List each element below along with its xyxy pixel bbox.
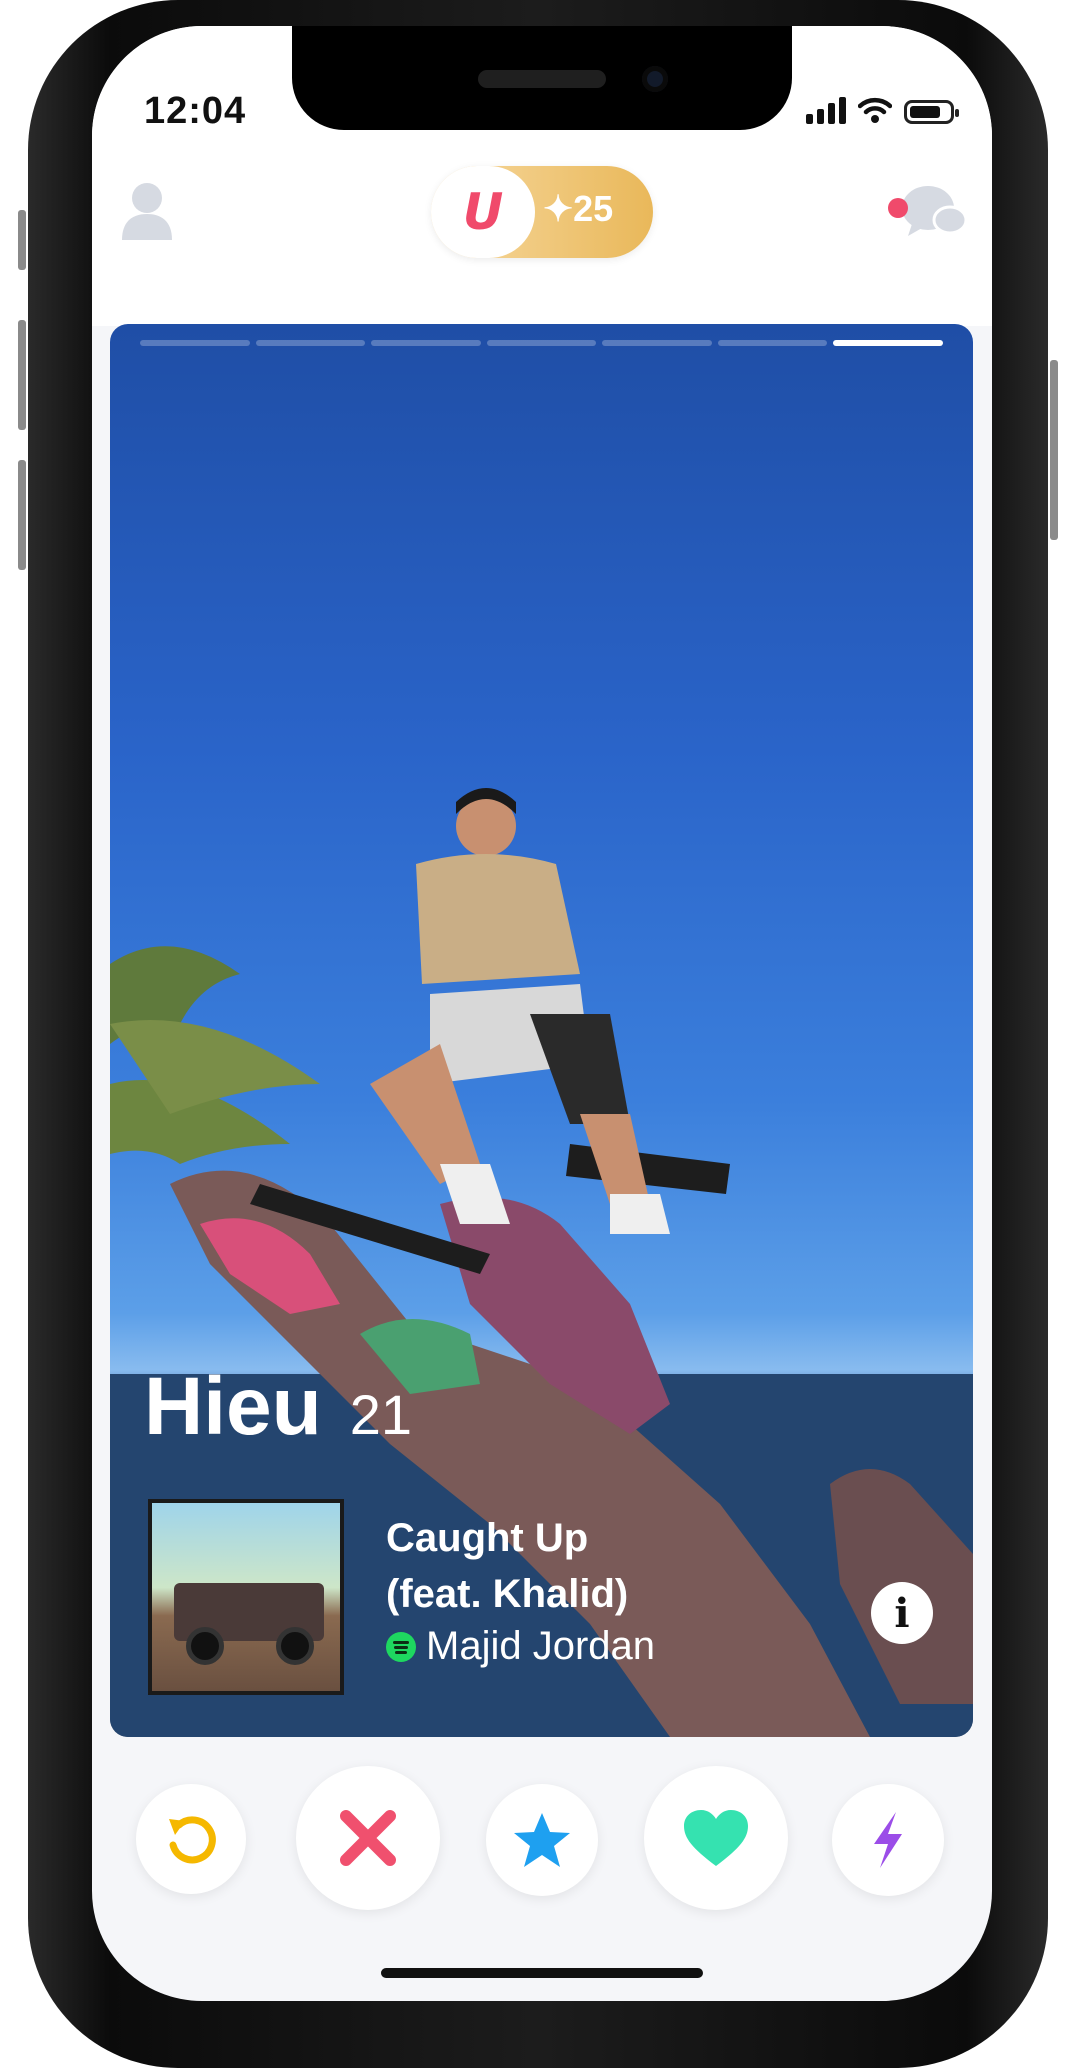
info-button[interactable]: i — [871, 1582, 933, 1644]
person-icon — [122, 183, 172, 240]
cellular-signal-icon — [806, 96, 846, 124]
name-age-row: Hieu 21 — [144, 1360, 412, 1454]
home-indicator[interactable] — [381, 1968, 703, 1978]
profile-name: Hieu — [144, 1361, 322, 1452]
artist-row: Majid Jordan — [386, 1624, 655, 1669]
spotify-icon — [386, 1631, 416, 1662]
anthem-song[interactable]: Caught Up (feat. Khalid) Majid Jordan — [386, 1510, 655, 1669]
status-icons — [806, 96, 959, 124]
star-icon — [514, 1813, 570, 1867]
rewind-button[interactable] — [136, 1784, 246, 1894]
profile-button[interactable] — [120, 178, 174, 247]
speaker-grille — [478, 70, 606, 88]
screen: 12:04 U ✦25 Hieu 21 Caught Up (feat. Kha… — [92, 26, 992, 2001]
app-logo-pill[interactable]: U ✦25 — [431, 166, 653, 258]
wifi-icon — [858, 97, 892, 123]
x-icon — [340, 1810, 396, 1866]
logo-letter: U — [462, 183, 504, 241]
album-cover[interactable] — [148, 1499, 344, 1695]
song-title-line1: Caught Up — [386, 1516, 589, 1560]
volume-up-button — [18, 320, 26, 430]
volume-down-button — [18, 460, 26, 570]
song-artist: Majid Jordan — [426, 1624, 656, 1668]
chat-bubbles-icon — [888, 186, 968, 236]
battery-icon — [904, 100, 959, 124]
boost-count: ✦25 — [543, 188, 614, 229]
notch — [292, 26, 792, 130]
song-title-line2: (feat. Khalid) — [386, 1572, 629, 1616]
logo-icon: U — [431, 166, 535, 258]
boost-button[interactable] — [832, 1784, 944, 1896]
power-button — [1050, 360, 1058, 540]
profile-card[interactable]: Hieu 21 Caught Up (feat. Khalid) Majid J… — [110, 324, 973, 1737]
mute-switch — [18, 210, 26, 270]
album-art-wheel — [186, 1627, 224, 1665]
bolt-icon — [874, 1812, 902, 1868]
rewind-icon — [169, 1816, 216, 1864]
front-camera — [642, 66, 668, 92]
messages-button[interactable] — [886, 180, 970, 249]
action-bar — [92, 1764, 992, 1914]
super-like-button[interactable] — [486, 1784, 598, 1896]
heart-icon — [684, 1810, 748, 1866]
nope-button[interactable] — [296, 1766, 440, 1910]
status-time: 12:04 — [144, 90, 247, 132]
profile-age: 21 — [349, 1383, 412, 1446]
like-button[interactable] — [644, 1766, 788, 1910]
album-art-wheel — [276, 1627, 314, 1665]
